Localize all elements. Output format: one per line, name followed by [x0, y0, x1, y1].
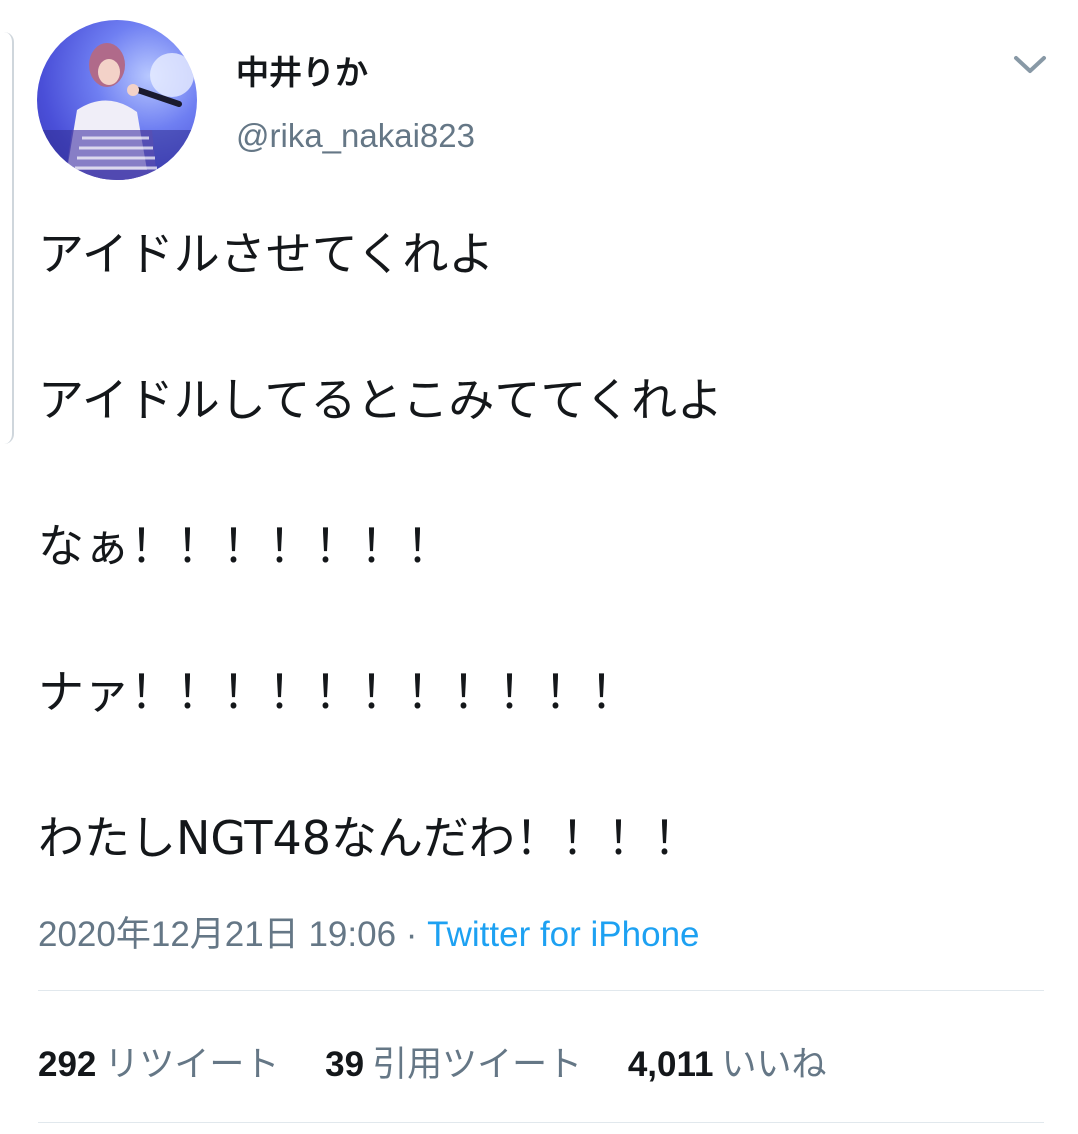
retweets-stat[interactable]: 292 リツイート	[38, 1036, 279, 1087]
tweet-line: なぁ！！！！！！！	[38, 519, 452, 573]
tweet-timestamp[interactable]: 2020年12月21日 19:06	[38, 915, 396, 954]
retweets-label: リツイート	[104, 1045, 280, 1085]
tweet-line: ナァ！！！！！！！！！！！	[38, 665, 636, 719]
tweet-line: アイドルしてるとこみててくれよ	[38, 373, 723, 427]
tweet-line: アイドルさせてくれよ	[38, 227, 495, 281]
tweet-text: アイドルさせてくれよ アイドルしてるとこみててくれよ なぁ！！！！！！！ ナァ！…	[38, 225, 1048, 867]
retweets-count: 292	[38, 1045, 97, 1084]
previous-card-edge	[0, 32, 14, 444]
avatar-photo	[37, 43, 197, 180]
likes-label: いいね	[721, 1045, 827, 1085]
quotes-stat[interactable]: 39 引用ツイート	[325, 1036, 582, 1087]
quotes-label: 引用ツイート	[372, 1045, 583, 1085]
quotes-count: 39	[325, 1045, 365, 1084]
divider	[38, 1122, 1044, 1123]
tweet-meta: 2020年12月21日 19:06 · Twitter for iPhone	[38, 906, 700, 957]
likes-stat[interactable]: 4,011 いいね	[628, 1036, 827, 1087]
author-handle[interactable]: @rika_nakai823	[236, 117, 475, 155]
tweet-stats: 292 リツイート 39 引用ツイート 4,011 いいね	[38, 1036, 863, 1087]
author-display-name[interactable]: 中井りか	[236, 46, 368, 94]
tweet-line: わたしNGT48なんだわ！！！！	[38, 811, 700, 865]
avatar[interactable]	[37, 20, 197, 180]
chevron-down-icon	[1014, 56, 1046, 73]
more-menu-button[interactable]	[1012, 52, 1048, 76]
likes-count: 4,011	[627, 1045, 714, 1084]
meta-separator: ·	[396, 915, 428, 954]
divider	[38, 990, 1044, 991]
tweet-source-link[interactable]: Twitter for iPhone	[427, 915, 699, 954]
